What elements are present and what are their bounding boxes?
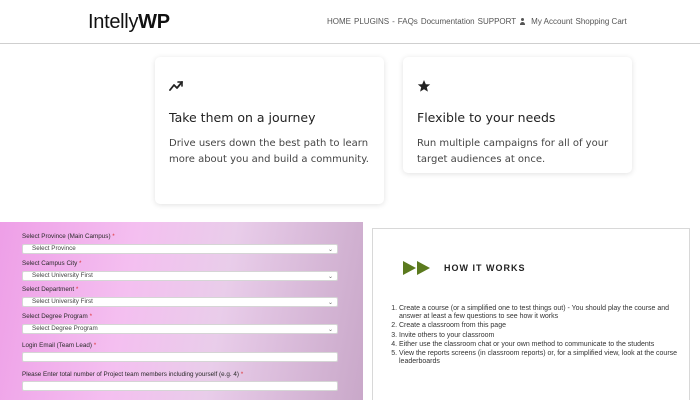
required-mark: * <box>89 313 93 320</box>
email-field[interactable] <box>22 352 338 362</box>
city-select[interactable]: Select University First ⌄ <box>22 271 338 281</box>
team-members-label: Please Enter total number of Project tea… <box>22 371 243 378</box>
department-select-value: Select University First <box>32 298 93 305</box>
logo-text-bold: WP <box>138 11 170 33</box>
list-item: Invite others to your classroom <box>399 332 685 340</box>
email-label-text: Login Email (Team Lead) <box>22 342 93 349</box>
how-it-works-panel: HOW IT WORKS Create a course (or a simpl… <box>372 228 690 400</box>
logo-text: Intelly <box>88 11 139 33</box>
city-select-value: Select University First <box>32 272 93 279</box>
province-label-text: Select Province (Main Campus) <box>22 233 111 240</box>
list-item: Create a course (or a simplified one to … <box>399 305 685 321</box>
city-label: Select Campus City * <box>22 260 82 267</box>
chevron-down-icon: ⌄ <box>327 247 333 253</box>
program-select-value: Select Degree Program <box>32 325 98 332</box>
nav-home[interactable]: HOME <box>327 17 351 26</box>
list-item: Create a classroom from this page <box>399 322 685 330</box>
required-mark: * <box>75 286 79 293</box>
team-members-label-text: Please Enter total number of Project tea… <box>22 371 239 378</box>
list-item: Either use the classroom chat or your ow… <box>399 341 685 349</box>
province-select[interactable]: Select Province ⌄ <box>22 244 338 254</box>
nav-shopping-cart[interactable]: Shopping Cart <box>576 17 627 26</box>
chevron-down-icon: ⌄ <box>327 327 333 333</box>
feature-description: Drive users down the best path to learn … <box>169 138 369 165</box>
registration-form: Select Province (Main Campus) * Select P… <box>0 222 363 400</box>
trending-up-icon <box>169 81 183 91</box>
feature-title: Take them on a journey <box>169 110 316 125</box>
nav-documentation[interactable]: Documentation <box>421 17 475 26</box>
site-logo[interactable]: IntellyWP <box>88 11 170 34</box>
site-header: IntellyWP HOME PLUGINS - FAQs Documentat… <box>0 0 700 44</box>
city-label-text: Select Campus City <box>22 260 78 267</box>
steps-list: Create a course (or a simplified one to … <box>387 305 685 367</box>
chevron-down-icon: ⌄ <box>327 300 333 306</box>
department-label: Select Department * <box>22 286 78 293</box>
department-select[interactable]: Select University First ⌄ <box>22 297 338 307</box>
program-label-text: Select Degree Program <box>22 313 88 320</box>
feature-card-flexible: Flexible to your needs Run multiple camp… <box>403 57 632 173</box>
chevron-down-icon: ⌄ <box>327 274 333 280</box>
nav-separator: - <box>392 17 395 26</box>
team-members-field[interactable] <box>22 381 338 391</box>
user-icon <box>519 18 526 25</box>
nav-faqs[interactable]: FAQs <box>398 17 418 26</box>
nav-plugins[interactable]: PLUGINS <box>354 17 389 26</box>
feature-description: Run multiple campaigns for all of your t… <box>417 138 609 165</box>
nav-my-account[interactable]: My Account <box>531 17 572 26</box>
program-select[interactable]: Select Degree Program ⌄ <box>22 324 338 334</box>
list-item: View the reports screens (in classroom r… <box>399 350 685 366</box>
feature-title: Flexible to your needs <box>417 110 556 125</box>
required-mark: * <box>240 371 244 378</box>
feature-card-journey: Take them on a journey Drive users down … <box>155 57 384 204</box>
email-label: Login Email (Team Lead) * <box>22 342 96 349</box>
province-label: Select Province (Main Campus) * <box>22 233 115 240</box>
required-mark: * <box>79 260 82 267</box>
province-select-value: Select Province <box>32 245 76 252</box>
how-it-works-heading: HOW IT WORKS <box>444 263 526 273</box>
department-label-text: Select Department <box>22 286 75 293</box>
required-mark: * <box>112 233 115 240</box>
main-nav: HOME PLUGINS - FAQs Documentation SUPPOR… <box>327 17 627 26</box>
required-mark: * <box>93 342 97 349</box>
nav-support[interactable]: SUPPORT <box>478 17 517 26</box>
star-icon <box>417 80 431 92</box>
program-label: Select Degree Program * <box>22 313 92 320</box>
fast-forward-icon <box>403 261 430 275</box>
